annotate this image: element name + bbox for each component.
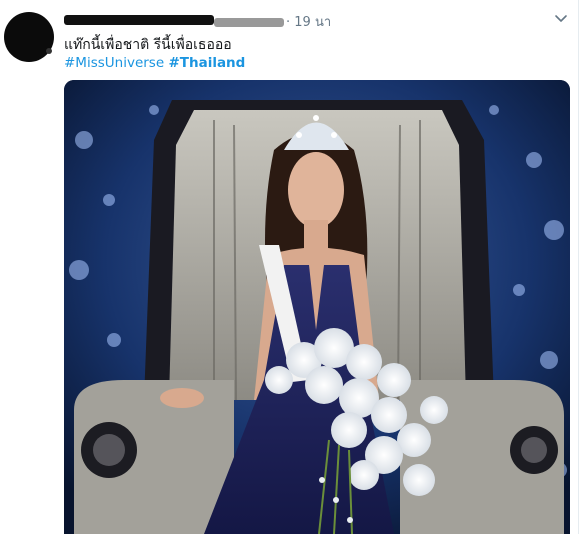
hashtag-missuniverse[interactable]: #MissUniverse [64,55,164,71]
card-divider [578,0,579,534]
tweet-photo[interactable] [64,80,570,534]
redacted-handle [214,18,284,27]
chevron-down-icon[interactable] [553,10,569,26]
avatar[interactable] [4,12,54,62]
tweet-timestamp[interactable]: · 19 นา [286,11,331,32]
hashtag-line: #MissUniverse #Thailand [64,55,245,71]
photo-illustration [64,80,570,534]
redacted-username [64,15,214,25]
avatar-mark [46,48,52,54]
tweet-header: · 19 นา [64,10,544,30]
hashtag-thailand[interactable]: #Thailand [168,55,245,71]
tweet-card[interactable]: · 19 นา แท๊กนี้เพื่อชาติ รีนี้เพื่อเธอออ… [0,0,582,534]
tweet-text: แท๊กนี้เพื่อชาติ รีนี้เพื่อเธอออ [64,37,232,53]
